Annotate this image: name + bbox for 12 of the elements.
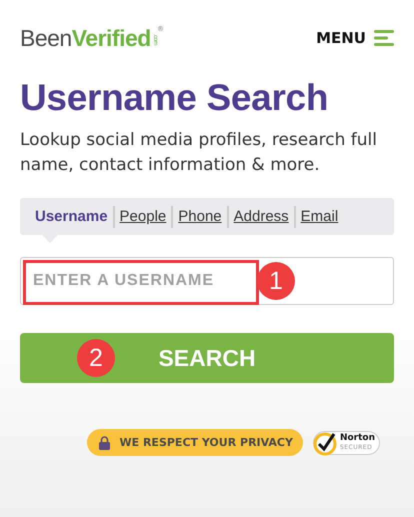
menu-button[interactable]: MENU [316, 29, 394, 47]
search-tab[interactable]: Username [30, 206, 113, 228]
lock-icon [99, 436, 110, 450]
search-tab[interactable]: Phone [171, 206, 227, 228]
search-tab[interactable]: Address [226, 206, 294, 228]
search-tab[interactable]: Email [294, 206, 344, 228]
page-title: Username Search [20, 76, 330, 120]
privacy-text: WE RESPECT YOUR PRIVACY [119, 436, 293, 449]
search-tab[interactable]: People [112, 206, 172, 228]
menu-icon [374, 30, 394, 46]
description: Lookup social media profiles, research full name, contact information & more. [20, 129, 378, 177]
norton-name: Norton [340, 434, 375, 442]
